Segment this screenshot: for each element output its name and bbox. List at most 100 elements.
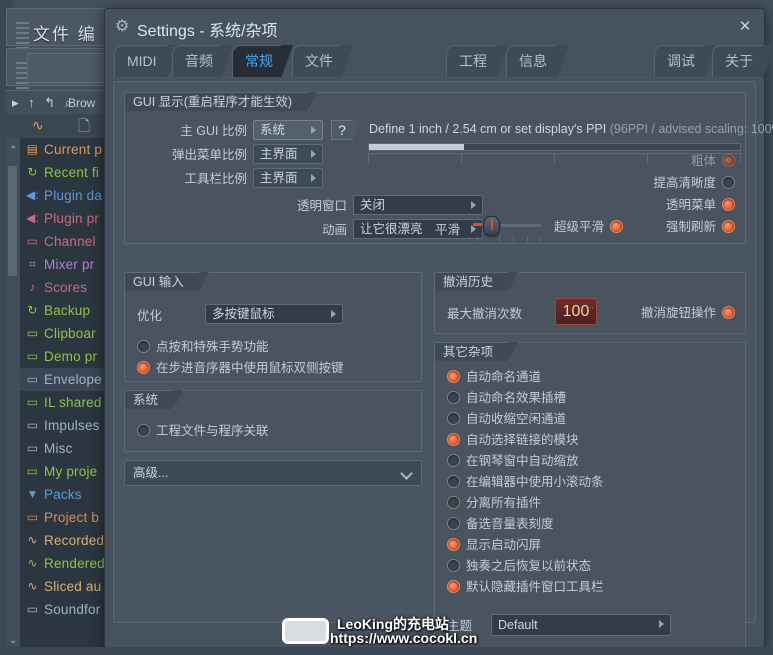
misc-option-led[interactable]	[447, 475, 460, 488]
option-associate-project-files-led[interactable]	[137, 424, 150, 437]
misc-option-led[interactable]	[447, 580, 460, 593]
advanced-section-toggle[interactable]: 高级...	[124, 460, 422, 486]
tab-bar[interactable]: MIDI 音频 常规 文件 工程 信息 调试 关于	[106, 45, 773, 78]
browser-item[interactable]: ▭ Demo pr	[20, 345, 114, 368]
dialog-titlebar[interactable]: ⚙ Settings - 系统/杂项 ✕	[105, 9, 764, 45]
scroll-down-icon[interactable]: ⌄	[9, 636, 17, 646]
browser-item[interactable]: ∿ Sliced au	[20, 575, 114, 598]
tab-7[interactable]: 关于	[712, 45, 773, 78]
misc-option-row[interactable]: 独奏之后恢复以前状态	[447, 558, 737, 574]
max-undo-value-box[interactable]: 100 ··	[555, 298, 597, 325]
tab-label: 工程	[459, 53, 487, 69]
tab-4[interactable]: 工程	[446, 45, 509, 78]
folder-icon: ▭	[26, 418, 39, 432]
ppi-help-button[interactable]: ?	[331, 120, 361, 141]
misc-option-row[interactable]: 分离所有插件	[447, 495, 737, 511]
toggle-ultra-smooth-led[interactable]	[610, 220, 623, 233]
chevron-right-icon	[659, 620, 664, 628]
tab-3[interactable]: 文件	[292, 45, 353, 78]
browser-item[interactable]: ⌗ Mixer pr	[20, 253, 114, 276]
misc-option-row[interactable]: 在钢琴窗中自动缩放	[447, 453, 737, 469]
browser-item[interactable]: ↻ Recent fi	[20, 161, 114, 184]
misc-option-led[interactable]	[447, 517, 460, 530]
misc-option-row[interactable]: 默认隐藏插件窗口工具栏	[447, 579, 737, 595]
misc-option-led[interactable]	[447, 454, 460, 467]
misc-option-led[interactable]	[447, 559, 460, 572]
browser-item[interactable]: ▭ Clipboar	[20, 322, 114, 345]
browser-item[interactable]: ◀: Plugin pr	[20, 207, 114, 230]
optimize-label: 优化	[137, 309, 163, 323]
waveform-icon[interactable]: ∿	[32, 117, 44, 134]
misc-option-row[interactable]: 自动命名效果插槽	[447, 390, 737, 406]
browser-scrollbar[interactable]: ⌃ ⌄	[6, 138, 20, 655]
scrollbar-thumb[interactable]	[8, 166, 17, 276]
toggle-transparent-menu-led[interactable]	[722, 198, 735, 211]
grip-handle-icon[interactable]	[16, 22, 29, 49]
browser-item[interactable]: ▭ Envelope	[20, 368, 114, 391]
misc-option-led[interactable]	[447, 496, 460, 509]
transparency-dropdown[interactable]: 关闭	[353, 195, 483, 215]
tab-label: 文件	[305, 53, 333, 69]
tab-5[interactable]: 信息	[506, 45, 569, 78]
main-gui-scale-dropdown[interactable]: 系统	[253, 120, 323, 140]
toolbar-scale-dropdown[interactable]: 主界面	[253, 168, 323, 188]
close-icon[interactable]: ✕	[736, 18, 754, 36]
scroll-up-icon[interactable]: ⌃	[9, 146, 17, 156]
plugin-preset-icon: ◀:	[26, 211, 39, 225]
browser-nav-icons[interactable]: ▸ ↑ ↰ ⌕	[12, 95, 75, 111]
smooth-knob-control[interactable]	[473, 216, 549, 242]
tab-2[interactable]: 常规	[232, 45, 293, 78]
browser-item-label: Plugin da	[44, 188, 103, 203]
browser-item[interactable]: ▭ Channel	[20, 230, 114, 253]
smooth-knob[interactable]	[483, 216, 500, 236]
misc-options-list[interactable]: 自动命名通道 自动命名效果插槽 自动收缩空闲通道 自动选择链接的模块 在钢琴窗中自动缩放…	[447, 369, 737, 600]
misc-option-row[interactable]: 在编辑器中使用小滚动条	[447, 474, 737, 490]
tab-0[interactable]: MIDI	[114, 45, 179, 78]
menu-bar-panel[interactable]: 文件 编辑	[6, 8, 114, 69]
misc-option-row[interactable]: 自动命名通道	[447, 369, 737, 385]
misc-option-row[interactable]: 自动收缩空闲通道	[447, 411, 737, 427]
browser-item[interactable]: ∿ Rendered	[20, 552, 114, 575]
misc-option-row[interactable]: 自动选择链接的模块	[447, 432, 737, 448]
secondary-toolbar-panel	[6, 48, 114, 89]
misc-option-led[interactable]	[447, 538, 460, 551]
misc-option-led[interactable]	[447, 412, 460, 425]
browser-item[interactable]: ▭ Project b	[20, 506, 114, 529]
smooth-label: 平滑	[435, 223, 461, 237]
misc-option-row[interactable]: 显示启动闪屏	[447, 537, 737, 553]
waveform-icon: ∿	[27, 533, 38, 547]
animation-dropdown[interactable]: 让它很漂亮	[353, 219, 483, 239]
browser-tree[interactable]: ▤ Current p ↻ Recent fi ◀: Plugin da ◀: Plugin …	[20, 138, 114, 655]
toggle-undo-knob-moves-led[interactable]	[722, 306, 735, 319]
browser-item-label: Misc	[44, 441, 73, 456]
browser-item[interactable]: ▭ My proje	[20, 460, 114, 483]
browser-item[interactable]: ▼ Packs	[20, 483, 114, 506]
popup-menu-scale-dropdown[interactable]: 主界面	[253, 144, 323, 164]
browser-item[interactable]: ↻ Backup	[20, 299, 114, 322]
browser-item[interactable]: ◀: Plugin da	[20, 184, 114, 207]
toggle-bold-led[interactable]	[722, 154, 735, 167]
browser-item[interactable]: ▭ Soundfor	[20, 598, 114, 621]
browser-item[interactable]: ♪ Scores	[20, 276, 114, 299]
misc-option-led[interactable]	[447, 433, 460, 446]
misc-option-led[interactable]	[447, 370, 460, 383]
backup-icon: ↻	[27, 303, 38, 317]
browser-item[interactable]: ▭ IL shared	[20, 391, 114, 414]
option-stepseq-dual-click-led[interactable]	[137, 361, 150, 374]
browser-item[interactable]: ▭ Misc	[20, 437, 114, 460]
toggle-force-refresh-led[interactable]	[722, 220, 735, 233]
ppi-ruler-slider[interactable]	[368, 143, 741, 151]
tab-1[interactable]: 音频	[172, 45, 233, 78]
option-click-gestures-led[interactable]	[137, 340, 150, 353]
browser-item[interactable]: ∿ Recorded	[20, 529, 114, 552]
chevron-right-icon	[311, 126, 316, 134]
browser-item[interactable]: ▭ Impulses	[20, 414, 114, 437]
misc-option-row[interactable]: 备选音量表刻度	[447, 516, 737, 532]
tab-label: 信息	[519, 53, 547, 69]
browser-item[interactable]: ▤ Current p	[20, 138, 114, 161]
optimize-dropdown[interactable]: 多按键鼠标	[205, 304, 343, 324]
misc-option-led[interactable]	[447, 391, 460, 404]
plugin-icon: ◀:	[26, 188, 39, 202]
toggle-sharpness-led[interactable]	[722, 176, 735, 189]
tab-6[interactable]: 调试	[654, 45, 717, 78]
